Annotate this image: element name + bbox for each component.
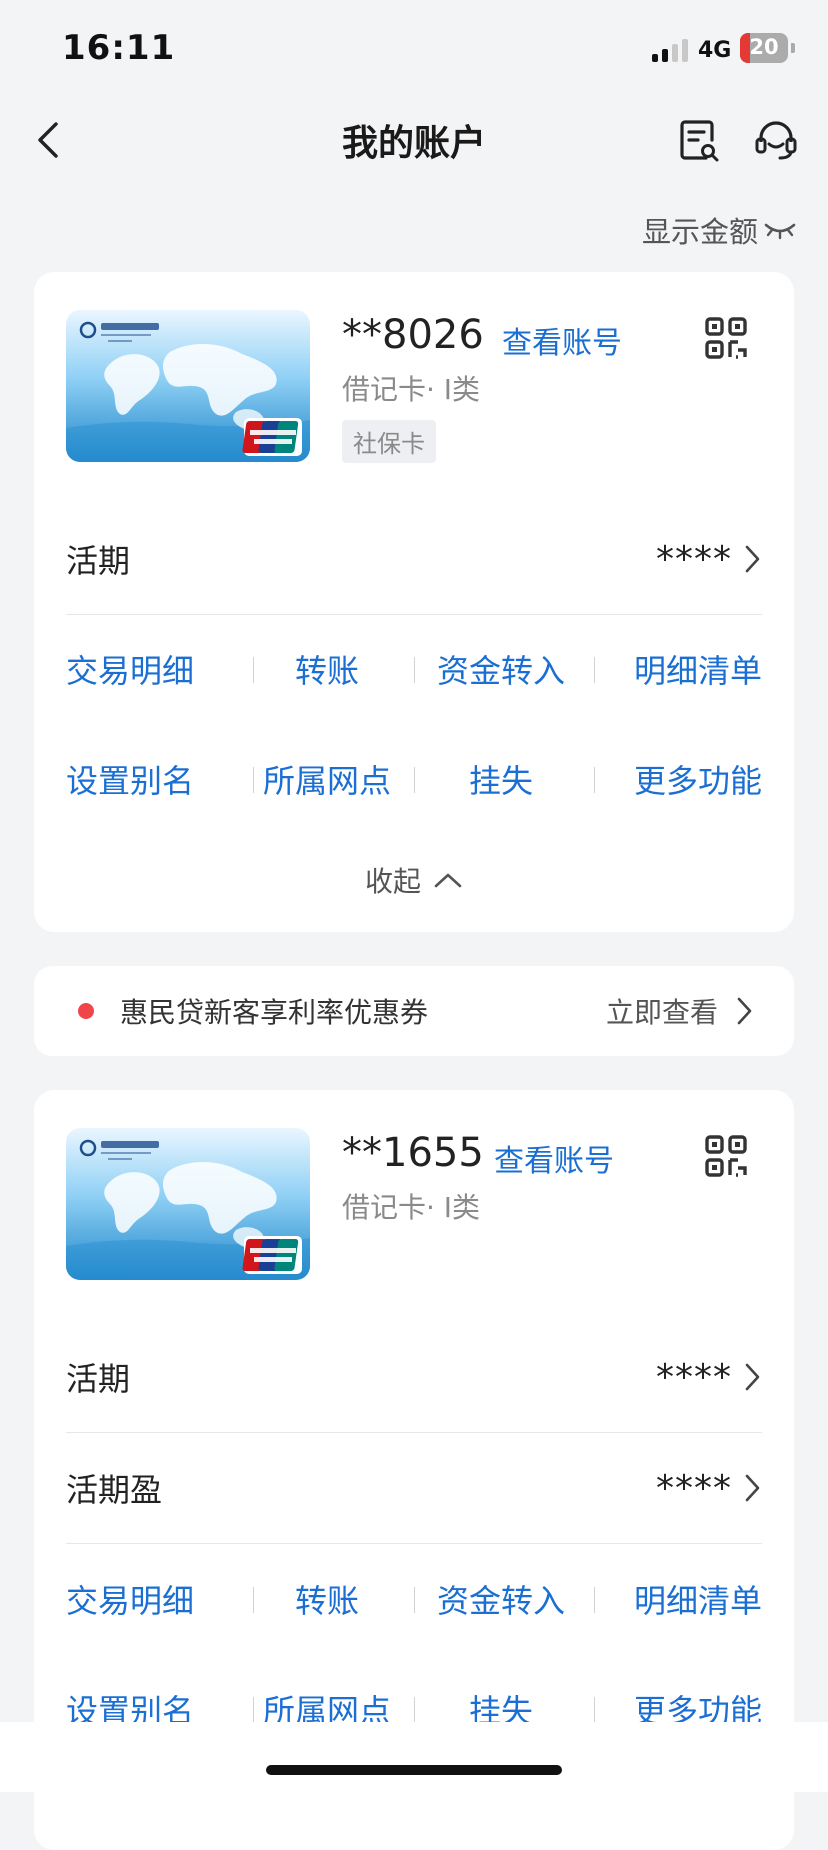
customer-service-icon: [755, 121, 797, 160]
show-amount-toggle[interactable]: 显示金额: [642, 210, 796, 250]
action-branch[interactable]: 所属网点: [240, 724, 414, 834]
balance-row[interactable]: 活期 ****: [66, 504, 762, 615]
home-indicator[interactable]: [266, 1765, 562, 1775]
network-type: 4G: [698, 38, 732, 63]
action-statement-list[interactable]: 明细清单: [588, 1544, 762, 1654]
action-row: 设置别名 所属网点 挂失 更多功能: [66, 724, 762, 834]
signal-icon: [652, 38, 692, 62]
balance-row-label: 活期: [66, 542, 131, 580]
chevron-up-icon: [434, 873, 462, 888]
balance-row[interactable]: 活期 ****: [66, 1322, 762, 1433]
document-search-icon: [680, 120, 719, 162]
action-report-loss[interactable]: 挂失: [414, 724, 588, 834]
masked-card-number: **1655: [342, 1130, 484, 1176]
action-fund-in[interactable]: 资金转入: [414, 614, 588, 724]
masked-card-number: **8026: [342, 312, 484, 358]
balance-row-label: 活期: [66, 1360, 131, 1398]
bank-card-image: [66, 1128, 310, 1280]
promo-view-link[interactable]: 立即查看: [606, 991, 718, 1031]
nav-bar: 我的账户: [0, 96, 828, 184]
action-fund-in[interactable]: 资金转入: [414, 1544, 588, 1654]
eye-closed-icon: [764, 223, 796, 240]
chevron-right-icon: [745, 545, 760, 573]
promo-text: 惠民贷新客享利率优惠券: [120, 996, 429, 1029]
card-type: 借记卡· Ⅰ类: [342, 1191, 481, 1224]
balance-row-label: 活期盈: [66, 1471, 163, 1509]
action-grid: 交易明细 转账 资金转入 明细清单 设置别名 所属网点 挂失 更多功能: [66, 614, 762, 834]
action-transfer[interactable]: 转账: [240, 1544, 414, 1654]
chevron-right-icon: [737, 997, 752, 1025]
action-transaction-details[interactable]: 交易明细: [66, 1544, 240, 1654]
qr-code-button[interactable]: [704, 316, 748, 360]
battery-percent: 20: [749, 35, 779, 59]
action-statement-list[interactable]: 明细清单: [588, 614, 762, 724]
social-security-tag: 社保卡: [342, 420, 436, 463]
home-indicator-area: [0, 1722, 828, 1792]
action-transaction-details[interactable]: 交易明细: [66, 614, 240, 724]
collapse-label: 收起: [364, 865, 421, 898]
statement-button[interactable]: [676, 118, 720, 162]
balance-row-value: ****: [656, 1467, 732, 1509]
collapse-button[interactable]: 收起: [34, 850, 794, 910]
status-time: 16:11: [62, 28, 176, 68]
battery-icon: 20: [740, 33, 788, 63]
action-row: 交易明细 转账 资金转入 明细清单: [66, 1544, 762, 1654]
qr-code-icon: [705, 317, 747, 359]
balance-row[interactable]: 活期盈 ****: [66, 1433, 762, 1544]
view-account-link[interactable]: 查看账号: [502, 318, 622, 362]
promo-banner[interactable]: 惠民贷新客享利率优惠券 立即查看: [34, 966, 794, 1056]
view-account-link[interactable]: 查看账号: [494, 1136, 614, 1180]
account-card: **8026 查看账号 借记卡· Ⅰ类 社保卡 活期 **** 交易明细 转账 …: [34, 272, 794, 932]
card-type: 借记卡· Ⅰ类: [342, 373, 481, 406]
action-more-functions[interactable]: 更多功能: [588, 724, 762, 834]
qr-code-button[interactable]: [704, 1134, 748, 1178]
action-transfer[interactable]: 转账: [240, 614, 414, 724]
show-amount-label: 显示金额: [641, 215, 758, 249]
status-bar: 16:11 4G 20: [0, 0, 828, 96]
balance-row-value: ****: [656, 538, 732, 580]
battery-tip: [791, 43, 795, 53]
qr-code-icon: [705, 1135, 747, 1177]
promo-dot: [78, 1003, 94, 1019]
customer-service-button[interactable]: [754, 118, 798, 162]
chevron-right-icon: [745, 1363, 760, 1391]
action-row: 交易明细 转账 资金转入 明细清单: [66, 614, 762, 724]
balance-row-value: ****: [656, 1356, 732, 1398]
action-set-alias[interactable]: 设置别名: [66, 724, 240, 834]
bank-card-image: [66, 310, 310, 462]
chevron-right-icon: [745, 1474, 760, 1502]
